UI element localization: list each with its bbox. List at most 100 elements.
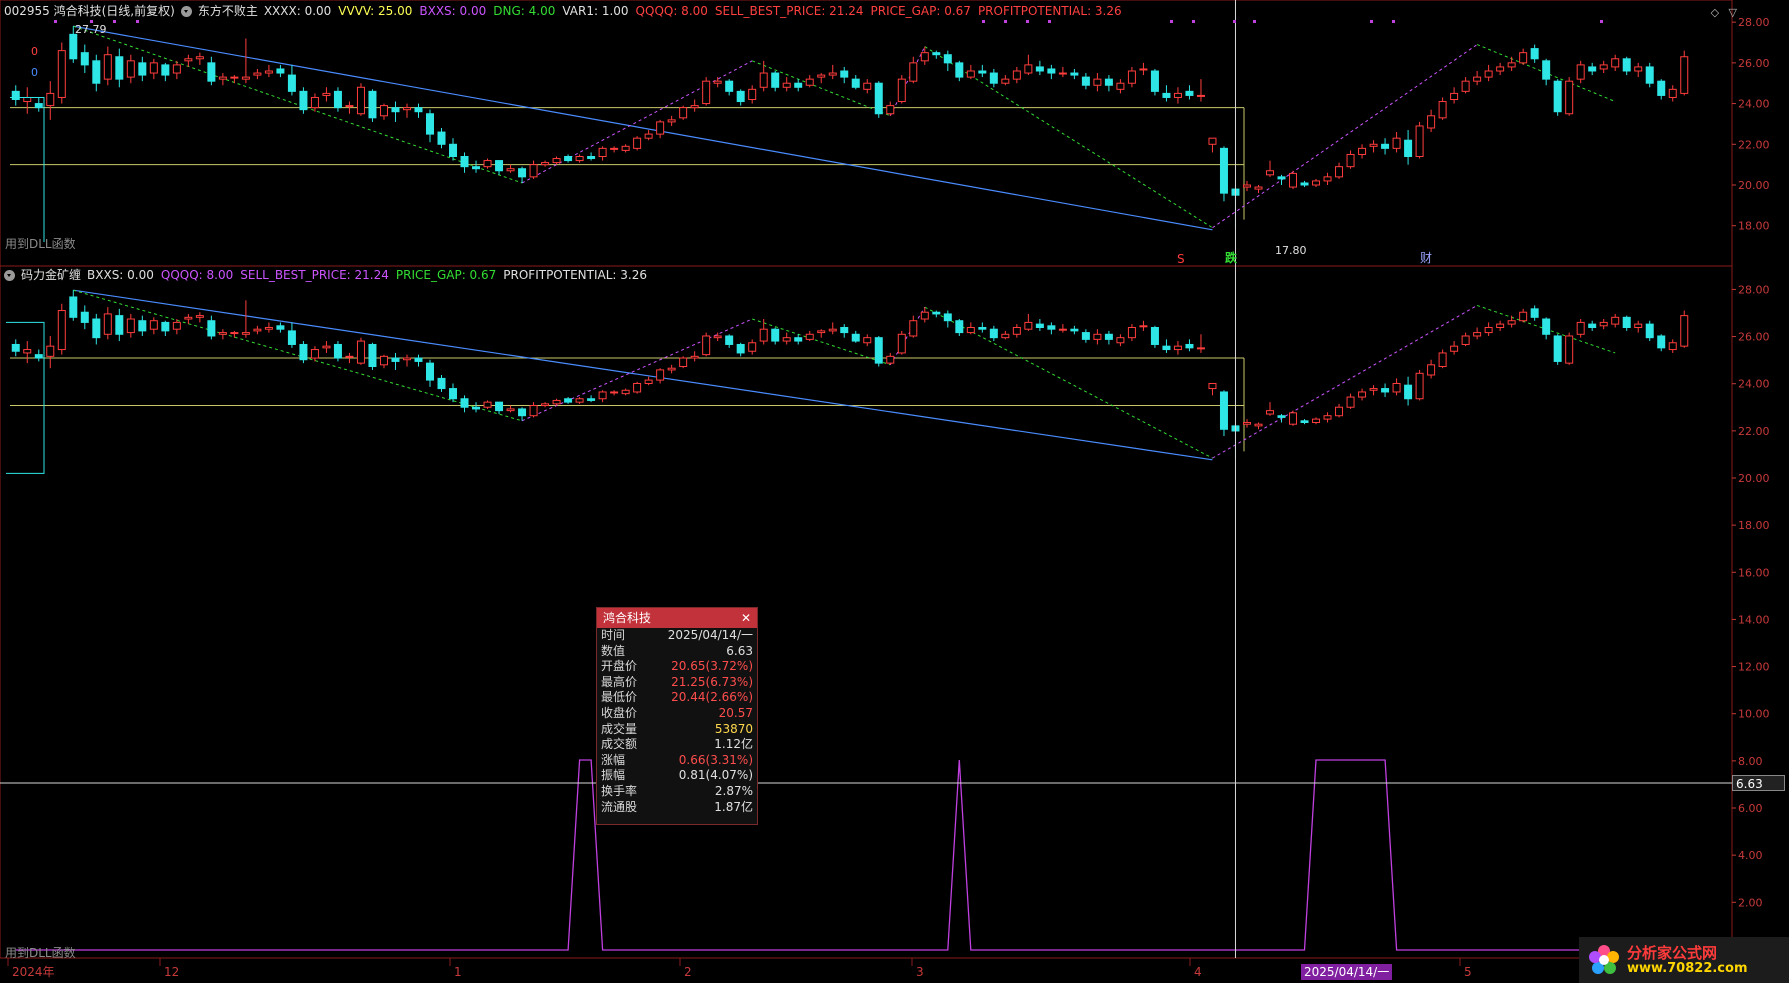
panel1-candle-body xyxy=(1496,66,1505,72)
panel1-box-line xyxy=(10,96,45,242)
panel2-candle-body xyxy=(1277,415,1286,418)
panel1-candle-body xyxy=(391,107,400,113)
panel2-candle-body xyxy=(667,367,676,371)
panel1-y-label: 18.00 xyxy=(1738,220,1770,233)
panel2-candle-body xyxy=(138,320,147,332)
drop-marker: 跌 xyxy=(1225,251,1238,265)
panel2-candle-body xyxy=(702,335,711,356)
panel1-candle-body xyxy=(1058,72,1067,75)
panel1-candle-body xyxy=(1668,88,1677,98)
panel1-candle-body xyxy=(1392,137,1401,149)
panel2-candle-body xyxy=(909,320,918,337)
panel2-candle-body xyxy=(1047,325,1056,330)
panel1-candle-body xyxy=(828,72,837,76)
tooltip-row-value: 20.57 xyxy=(718,705,753,720)
panel1-candle-body xyxy=(345,105,354,108)
collapse-icon[interactable]: ▽ xyxy=(1729,6,1737,19)
signal-dot xyxy=(1233,20,1236,23)
panel2-candle-body xyxy=(402,357,411,361)
indicator-name[interactable]: 码力金矿缠 xyxy=(21,267,81,283)
panel1-candle-body xyxy=(1404,139,1413,157)
panel2-swing-line xyxy=(889,306,926,366)
x-axis-label: 4 xyxy=(1194,965,1202,979)
signal-dot xyxy=(1004,20,1007,23)
panel1-candle-body xyxy=(1381,143,1390,149)
panel1-candle-body xyxy=(356,86,365,115)
indicator-params: XXXX: 0.00 VVVV: 25.00 BXXS: 0.00 DNG: 4.00… xyxy=(264,3,1129,19)
panel2-candle-body xyxy=(506,408,515,412)
panel1-candle-body xyxy=(587,156,596,160)
panel2-candle-body xyxy=(1668,342,1677,351)
panel1-candle-body xyxy=(1565,80,1574,115)
panel2-candle-body xyxy=(1565,335,1574,364)
chart-canvas[interactable]: 28.0026.0024.0022.0020.0018.0028.0026.00… xyxy=(0,0,1789,983)
panel1-candle-body xyxy=(287,74,296,92)
tooltip-title-bar[interactable]: 鸿合科技 ✕ xyxy=(597,608,757,628)
tooltip-row-label: 开盘价 xyxy=(601,659,638,674)
panel2-candle-body xyxy=(1242,422,1251,425)
signal-dot xyxy=(1253,20,1256,23)
indicator-menu-icon[interactable] xyxy=(180,5,192,17)
panel2-box-line xyxy=(6,321,45,474)
tooltip-row-value: 1.87亿 xyxy=(714,799,753,814)
tooltip-row: 成交量 53870 xyxy=(597,722,757,738)
panel2-candle-body xyxy=(633,382,642,393)
panel1-candle-body xyxy=(69,33,78,60)
param-dng: DNG: 4.00 xyxy=(493,4,556,18)
panel1-y-label: 26.00 xyxy=(1738,57,1770,70)
panel2-candle-body xyxy=(679,357,688,368)
panel2-candle-body xyxy=(437,377,446,390)
data-tooltip[interactable]: 鸿合科技 ✕ 时间 2025/04/14/一 数值 6.63 开盘价 20.65(3.72… xyxy=(596,607,758,825)
panel2-y-label: 10.00 xyxy=(1738,708,1770,721)
panel2-candle-body xyxy=(207,320,216,337)
panel1-candle-body xyxy=(276,68,285,74)
panel1-candle-body xyxy=(667,119,676,123)
panel2-candle-body xyxy=(1553,335,1562,362)
panel1-candle-body xyxy=(1588,66,1597,72)
panel1-candle-body xyxy=(1300,182,1309,186)
signal-dot xyxy=(54,20,57,23)
panel2-candle-body xyxy=(161,321,170,332)
tooltip-row: 换手率 2.87% xyxy=(597,784,757,800)
panel2-candle-body xyxy=(299,343,308,361)
panel1-candle-body xyxy=(1173,92,1182,98)
panel1-candle-body xyxy=(241,76,250,80)
panel2-candle-body xyxy=(1185,343,1194,349)
panel2-candle-body xyxy=(1507,320,1516,325)
indicator-name[interactable]: 东方不败主 xyxy=(198,3,258,19)
panel-tools[interactable]: ◇ ▽ xyxy=(1711,6,1737,19)
indicator-menu-icon[interactable] xyxy=(4,269,15,281)
panel2-candle-body xyxy=(483,401,492,408)
panel2-candle-body xyxy=(644,379,653,384)
tooltip-row: 收盘价 20.57 xyxy=(597,706,757,722)
panel2-candle-body xyxy=(1312,418,1321,424)
close-icon[interactable]: ✕ xyxy=(741,608,751,628)
panel1-candle-body xyxy=(1438,101,1447,119)
panel2-candle-body xyxy=(1289,412,1298,425)
stock-title[interactable]: 002955 鸿合科技(日线,前复权) xyxy=(4,3,175,19)
panel2-candle-body xyxy=(276,325,285,330)
panel1-candle-body xyxy=(932,52,941,56)
panel1-candle-body xyxy=(195,56,204,60)
panel2-candle-body xyxy=(621,389,630,395)
tooltip-row-label: 时间 xyxy=(601,628,626,642)
panel2-candle-body xyxy=(1323,415,1332,420)
panel2-candle-body xyxy=(391,357,400,362)
param-var1: VAR1: 1.00 xyxy=(562,4,629,18)
panel1-candle-body xyxy=(978,70,987,74)
panel1-candle-body xyxy=(11,90,20,100)
panel2-candle-body xyxy=(172,321,181,330)
panel1-candle-body xyxy=(874,82,883,115)
panel1-candle-body xyxy=(414,107,423,113)
signal-dot xyxy=(1370,20,1373,23)
panel1-candle-body xyxy=(736,90,745,103)
panel2-candle-body xyxy=(518,408,527,417)
signal-dot xyxy=(113,20,116,23)
panel2-candle-body xyxy=(69,296,78,318)
panel1-candle-body xyxy=(1553,80,1562,113)
panel1-candle-body xyxy=(333,90,342,109)
panel1-swing-line xyxy=(73,25,523,184)
tooltip-row-value: 6.63 xyxy=(726,643,753,658)
panel1-candle-body xyxy=(1277,176,1286,180)
diamond-icon[interactable]: ◇ xyxy=(1711,6,1719,19)
